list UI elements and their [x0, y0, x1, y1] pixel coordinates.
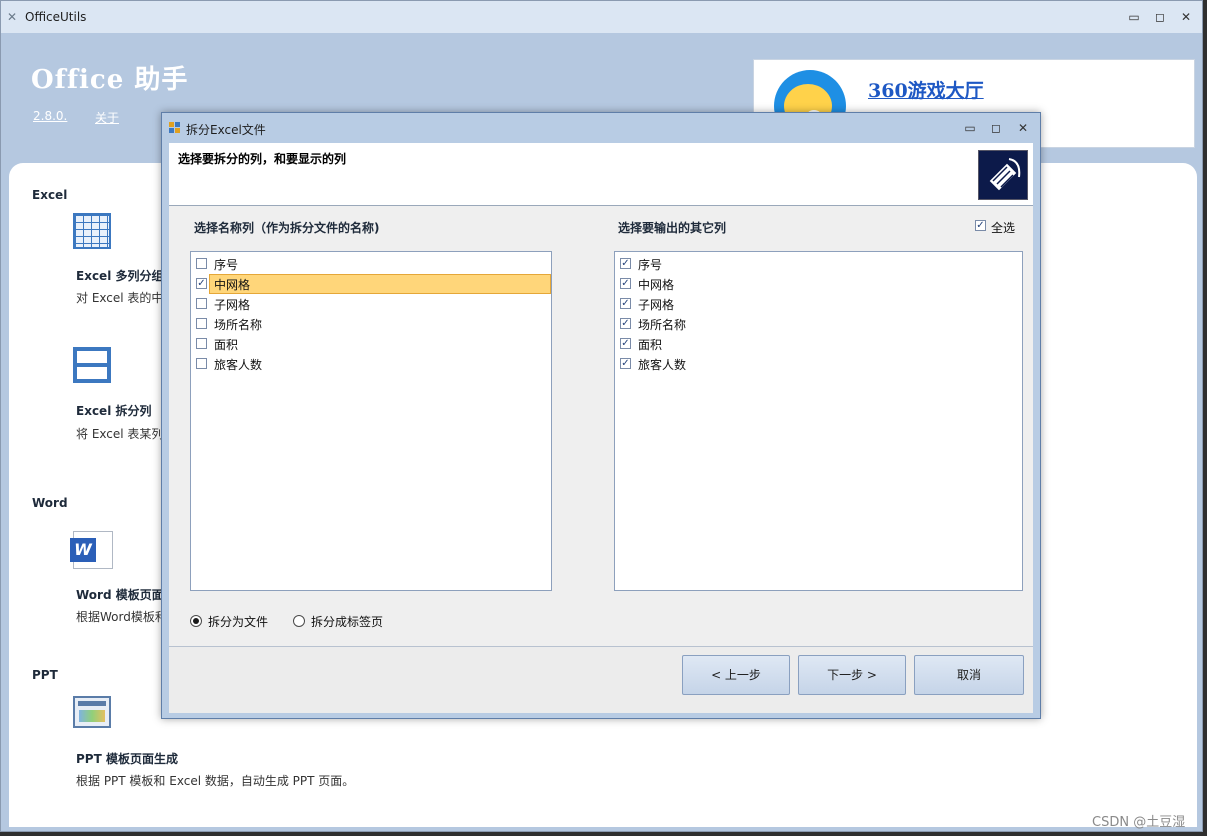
- tool-desc: 根据 PPT 模板和 Excel 数据，自动生成 PPT 页面。: [76, 774, 355, 788]
- dialog-close-icon[interactable]: ✕: [1011, 118, 1035, 138]
- version-link[interactable]: 2.8.0.: [33, 109, 67, 123]
- check-all-label: 全选: [991, 221, 1016, 235]
- close-icon[interactable]: ✕: [1173, 7, 1199, 27]
- about-link[interactable]: 关于: [95, 109, 119, 126]
- item-checkbox[interactable]: ✓: [620, 298, 631, 309]
- list-item[interactable]: 序号: [193, 254, 549, 274]
- cancel-button[interactable]: 取消: [914, 655, 1024, 695]
- tool-desc: 根据Word模板和: [76, 610, 167, 624]
- word-document-icon[interactable]: W: [70, 531, 113, 569]
- item-label: 子网格: [638, 298, 675, 312]
- item-label: 中网格: [638, 278, 675, 292]
- tool-desc: 对 Excel 表的中: [76, 291, 164, 305]
- item-label: 序号: [214, 258, 239, 272]
- dialog-instruction: 选择要拆分的列，和要显示的列: [178, 152, 347, 166]
- section-word: Word: [32, 496, 68, 510]
- split-to-files-label[interactable]: 拆分为文件: [208, 613, 268, 630]
- tool-desc: 将 Excel 表某列: [76, 427, 164, 441]
- dialog-body: 选择名称列（作为拆分文件的名称) 选择要输出的其它列 ✓ 全选 序号 ✓ 中网格…: [169, 206, 1033, 646]
- item-checkbox[interactable]: ✓: [620, 358, 631, 369]
- item-checkbox[interactable]: [196, 358, 207, 369]
- app-icon: ✕: [7, 10, 18, 24]
- split-to-sheets-label[interactable]: 拆分成标签页: [311, 613, 383, 630]
- list-item[interactable]: ✓ 子网格: [617, 294, 973, 314]
- dialog-footer: < 上一步 下一步 > 取消: [169, 646, 1033, 713]
- item-checkbox[interactable]: [196, 338, 207, 349]
- section-excel: Excel: [32, 188, 68, 202]
- list-item[interactable]: 场所名称: [193, 314, 549, 334]
- tool-title[interactable]: Excel 拆分列: [76, 402, 151, 419]
- tool-title[interactable]: Word 模板页面: [76, 586, 164, 603]
- list-item-selected[interactable]: ✓ 中网格: [193, 274, 551, 294]
- dialog-maximize-icon[interactable]: ◻: [984, 118, 1008, 138]
- ppt-slide-icon[interactable]: [73, 696, 111, 728]
- prev-button[interactable]: < 上一步: [682, 655, 790, 695]
- section-ppt: PPT: [32, 668, 58, 682]
- item-checkbox[interactable]: ✓: [196, 278, 207, 289]
- next-button[interactable]: 下一步 >: [798, 655, 906, 695]
- dialog-title: 拆分Excel文件: [186, 123, 266, 137]
- check-all-checkbox[interactable]: ✓: [975, 220, 986, 231]
- dialog-minimize-icon[interactable]: ▭: [958, 118, 982, 138]
- item-label: 场所名称: [214, 318, 263, 332]
- dialog-header: 选择要拆分的列，和要显示的列: [169, 143, 1033, 206]
- item-checkbox[interactable]: [196, 298, 207, 309]
- list-item[interactable]: ✓ 旅客人数: [617, 354, 973, 374]
- list-item[interactable]: ✓ 序号: [617, 254, 973, 274]
- name-column-label: 选择名称列（作为拆分文件的名称): [194, 221, 380, 235]
- item-checkbox[interactable]: [196, 258, 207, 269]
- window-title: OfficeUtils: [25, 10, 87, 24]
- list-item[interactable]: 面积: [193, 334, 549, 354]
- split-to-sheets-radio[interactable]: [293, 615, 305, 627]
- list-item[interactable]: ✓ 场所名称: [617, 314, 973, 334]
- main-titlebar: ✕ OfficeUtils ▭ ◻ ✕: [1, 1, 1202, 33]
- name-column-list[interactable]: 序号 ✓ 中网格 子网格 场所名称 面积 旅客人数: [190, 251, 552, 591]
- item-label: 面积: [214, 338, 239, 352]
- list-item[interactable]: 旅客人数: [193, 354, 549, 374]
- split-to-files-radio[interactable]: [190, 615, 202, 627]
- dialog-app-icon: [169, 122, 181, 134]
- item-label: 旅客人数: [638, 358, 687, 372]
- dialog-titlebar: 拆分Excel文件 ▭ ◻ ✕: [162, 113, 1040, 143]
- output-columns-label: 选择要输出的其它列: [618, 221, 727, 235]
- item-label: 子网格: [214, 298, 251, 312]
- item-label: 面积: [638, 338, 663, 352]
- ad-link[interactable]: 360游戏大厅: [868, 76, 984, 103]
- item-checkbox[interactable]: [196, 318, 207, 329]
- item-label: 序号: [638, 258, 663, 272]
- item-checkbox[interactable]: ✓: [620, 278, 631, 289]
- excel-grid-icon[interactable]: [73, 213, 111, 249]
- split-column-icon[interactable]: [73, 347, 111, 383]
- split-excel-dialog: 拆分Excel文件 ▭ ◻ ✕ 选择要拆分的列，和要显示的列 选择名称列（作为拆…: [161, 112, 1041, 719]
- wizard-icon: [978, 150, 1028, 200]
- watermark: CSDN @土豆湿: [1092, 815, 1186, 830]
- item-checkbox[interactable]: ✓: [620, 258, 631, 269]
- output-columns-list[interactable]: ✓ 序号 ✓ 中网格 ✓ 子网格 ✓ 场所名称 ✓ 面积 ✓ 旅客人数: [614, 251, 1023, 591]
- app-title: Office 助手: [31, 65, 189, 95]
- item-label: 场所名称: [638, 318, 687, 332]
- tool-title[interactable]: Excel 多列分组: [76, 267, 163, 284]
- list-item[interactable]: ✓ 面积: [617, 334, 973, 354]
- item-label: 旅客人数: [214, 358, 263, 372]
- tool-title[interactable]: PPT 模板页面生成: [76, 750, 178, 767]
- minimize-icon[interactable]: ▭: [1121, 7, 1147, 27]
- item-label: 中网格: [214, 278, 251, 292]
- maximize-icon[interactable]: ◻: [1147, 7, 1173, 27]
- list-item[interactable]: 子网格: [193, 294, 549, 314]
- list-item[interactable]: ✓ 中网格: [617, 274, 973, 294]
- item-checkbox[interactable]: ✓: [620, 338, 631, 349]
- item-checkbox[interactable]: ✓: [620, 318, 631, 329]
